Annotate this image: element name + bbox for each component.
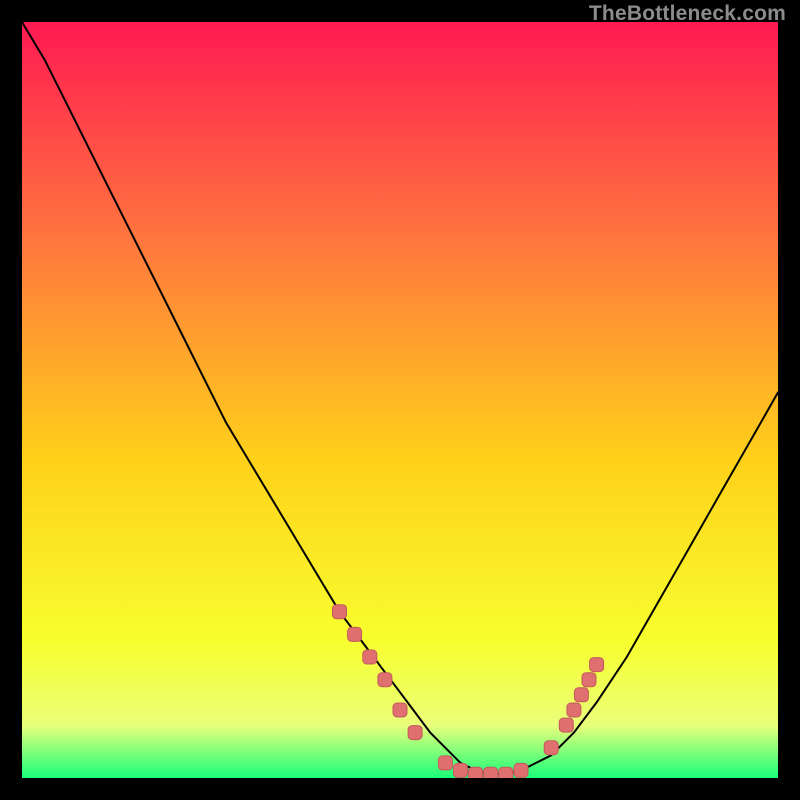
curve-marker xyxy=(454,763,468,777)
curve-marker xyxy=(499,767,513,778)
curve-marker xyxy=(393,703,407,717)
curve-marker xyxy=(590,658,604,672)
curve-marker xyxy=(378,673,392,687)
curve-marker xyxy=(469,767,483,778)
curve-marker xyxy=(514,763,528,777)
curve-marker xyxy=(408,726,422,740)
curve-marker xyxy=(484,767,498,778)
curve-marker xyxy=(582,673,596,687)
curve-marker xyxy=(363,650,377,664)
bottleneck-plot xyxy=(22,22,778,778)
chart-frame: TheBottleneck.com xyxy=(0,0,800,800)
gradient-background xyxy=(22,22,778,778)
curve-marker xyxy=(574,688,588,702)
curve-marker xyxy=(544,741,558,755)
curve-marker xyxy=(559,718,573,732)
curve-marker xyxy=(567,703,581,717)
curve-marker xyxy=(333,605,347,619)
watermark-text: TheBottleneck.com xyxy=(589,2,786,26)
curve-marker xyxy=(348,627,362,641)
curve-marker xyxy=(438,756,452,770)
